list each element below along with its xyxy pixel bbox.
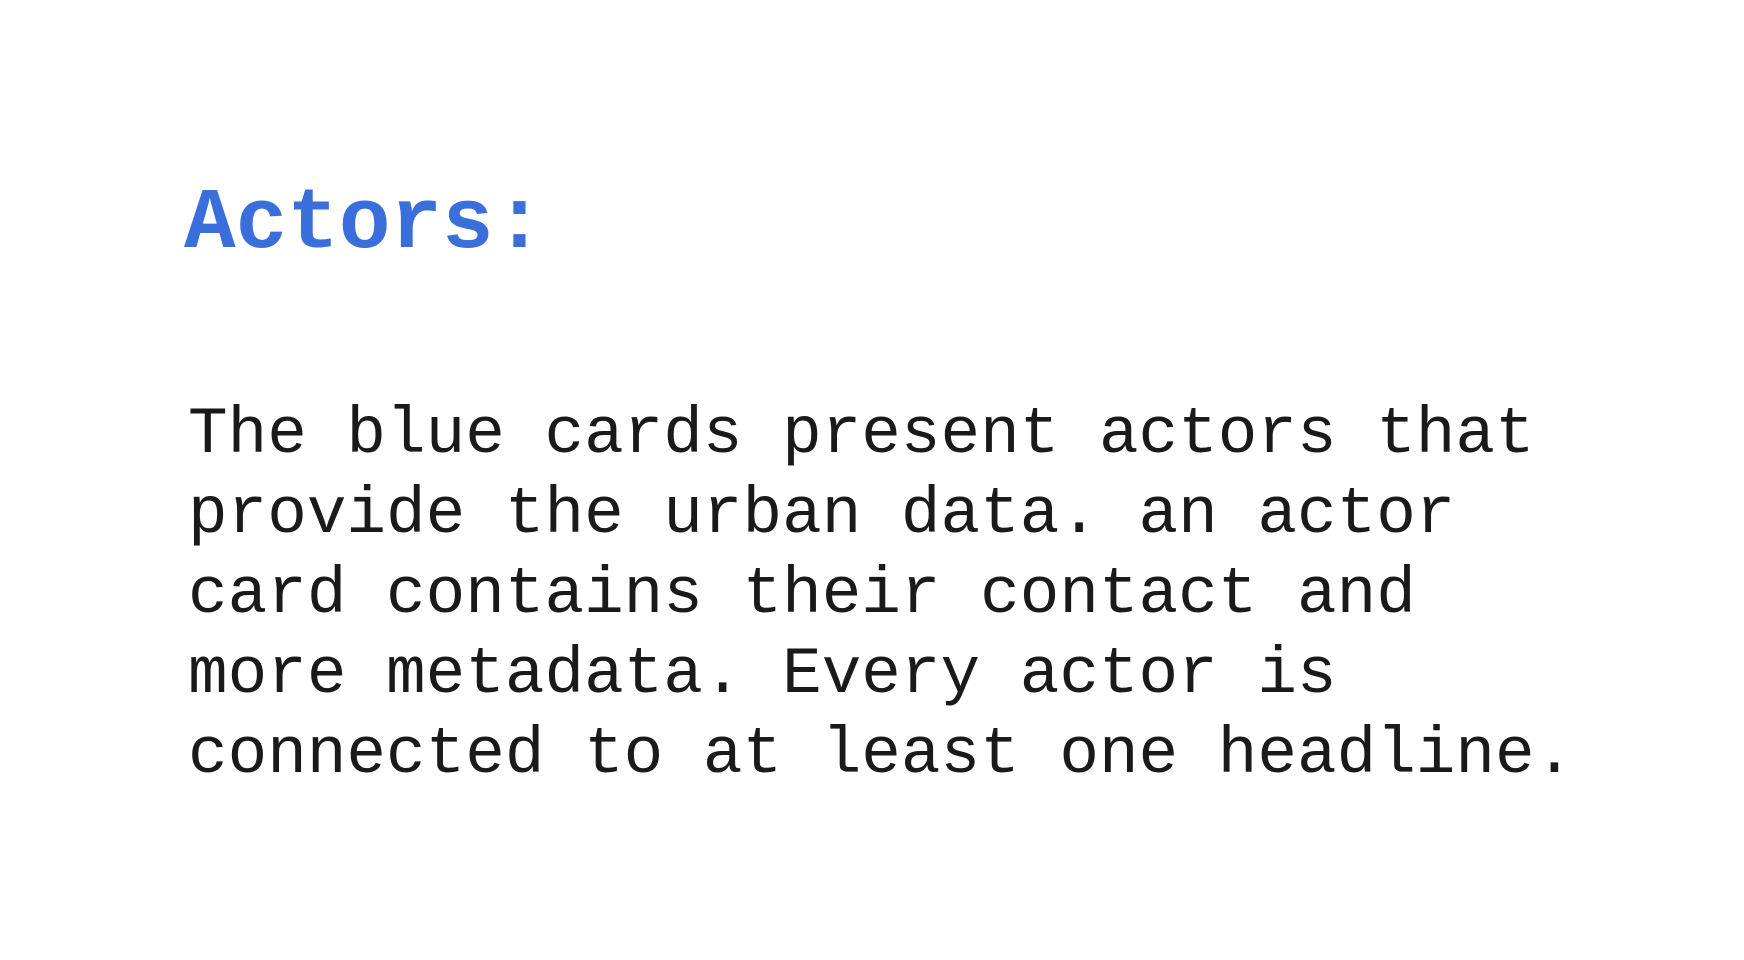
slide-heading: Actors: bbox=[184, 175, 546, 273]
body-line-4: more metadata. Every actor is bbox=[188, 637, 1337, 712]
body-line-2: provide the urban data. an actor bbox=[188, 477, 1456, 552]
body-line-5: connected to at least one headline. bbox=[188, 717, 1575, 792]
slide-body-text: The blue cards present actors that provi… bbox=[188, 395, 1638, 795]
body-line-1: The blue cards present actors that bbox=[188, 397, 1535, 472]
body-line-3: card contains their contact and bbox=[188, 557, 1416, 632]
slide-page: Actors: The blue cards present actors th… bbox=[0, 0, 1744, 960]
